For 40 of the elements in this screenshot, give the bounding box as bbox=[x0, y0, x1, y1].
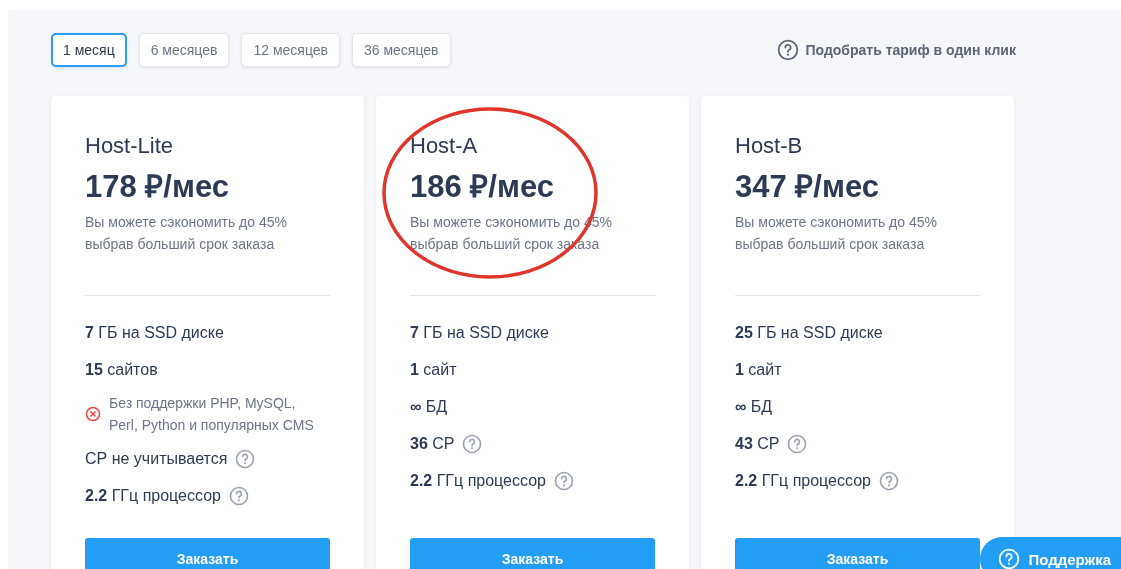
period-tab[interactable]: 36 месяцев bbox=[352, 33, 451, 67]
help-icon[interactable] bbox=[228, 485, 249, 506]
help-icon[interactable] bbox=[787, 433, 808, 454]
feature-text: 25 ГБ на SSD диске bbox=[735, 323, 883, 342]
period-tab[interactable]: 12 месяцев bbox=[241, 33, 340, 67]
feature-text: ∞ БД bbox=[410, 397, 448, 416]
order-button[interactable]: Заказать bbox=[85, 538, 330, 569]
order-button[interactable]: Заказать bbox=[735, 538, 980, 569]
feature-text: 2.2 ГГц процессор bbox=[85, 486, 221, 505]
help-icon[interactable] bbox=[553, 470, 574, 491]
savings-note: Вы можете сэкономить до 45% выбрав больший срок заказа bbox=[85, 213, 288, 254]
help-icon[interactable] bbox=[235, 448, 256, 469]
period-tab[interactable]: 6 месяцев bbox=[138, 33, 230, 67]
feature-text: 7 ГБ на SSD диске bbox=[410, 323, 549, 342]
feature-text: 1 сайт bbox=[410, 360, 457, 379]
plan-price: 347 ₽/мес bbox=[735, 169, 880, 205]
plan-name: Host-Lite bbox=[85, 133, 175, 159]
feature-text: ∞ БД bbox=[735, 397, 773, 416]
feature-text: СР не учитывается bbox=[85, 449, 228, 468]
help-icon[interactable] bbox=[878, 470, 899, 491]
savings-note: Вы можете сэкономить до 45% выбрав больший срок заказа bbox=[735, 213, 938, 254]
feature-text: 43 СР bbox=[735, 434, 780, 453]
help-icon[interactable] bbox=[777, 39, 800, 61]
plan-name: Host-B bbox=[735, 133, 804, 159]
cross-circle-icon bbox=[85, 406, 101, 422]
period-tab[interactable]: 1 месяц bbox=[51, 33, 127, 67]
feature-text: 15 сайтов bbox=[85, 360, 158, 379]
order-button[interactable]: Заказать bbox=[410, 538, 655, 569]
plan-price: 178 ₽/мес bbox=[85, 169, 230, 205]
tariff-picker-link[interactable]: Подобрать тариф в один клик bbox=[777, 39, 1016, 61]
feature-text: 1 сайт bbox=[735, 360, 782, 379]
feature-text: 2.2 ГГц процессор bbox=[735, 471, 871, 490]
plan-price: 186 ₽/мес bbox=[410, 169, 555, 205]
feature-text: Без поддержки PHP, MySQL, Perl, Python и популярных CMS bbox=[109, 394, 314, 435]
support-button[interactable]: Поддержка bbox=[980, 537, 1121, 569]
plan-name: Host-A bbox=[410, 133, 479, 159]
feature-text: 7 ГБ на SSD диске bbox=[85, 323, 224, 342]
help-icon[interactable] bbox=[462, 433, 483, 454]
feature-text: 2.2 ГГц процессор bbox=[410, 471, 546, 490]
feature-text: 36 СР bbox=[410, 434, 455, 453]
